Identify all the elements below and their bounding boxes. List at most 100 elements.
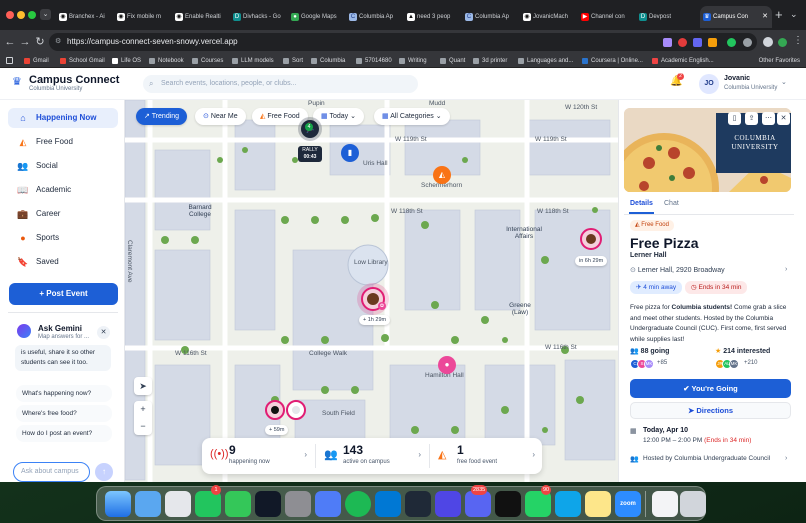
notes-icon[interactable] (585, 491, 611, 517)
messenger-icon[interactable] (555, 491, 581, 517)
finder-icon[interactable] (105, 491, 131, 517)
event-marker[interactable] (286, 400, 306, 420)
launchpad-icon[interactable] (165, 491, 191, 517)
filter-all-categories[interactable]: ▦ All Categories ⌄ (374, 108, 450, 125)
extension-icon[interactable] (727, 38, 736, 47)
browser-tab[interactable]: ◉ Enable Realti (172, 6, 228, 28)
bookmark-icon[interactable]: ▯ (728, 112, 741, 125)
browser-tab[interactable]: ◉ Fix mobile m (114, 6, 170, 28)
close-window-button[interactable] (6, 11, 14, 19)
stat-free-food[interactable]: ◭ 1 free food event › (430, 438, 543, 474)
building-pin-schermerhorn[interactable]: ◭ (433, 166, 451, 184)
sidebar-item-career[interactable]: 💼 Career (8, 204, 118, 224)
chevron-down-icon[interactable]: ⌄ (781, 78, 787, 86)
downloads-icon[interactable] (652, 491, 678, 517)
going-count[interactable]: 👥 88 going (630, 347, 669, 355)
browser-tab[interactable]: ● Google Maps (288, 6, 344, 28)
bookmark-item[interactable]: Coursera | Online... (582, 55, 643, 67)
event-address[interactable]: ⊙ Lerner Hall, 2920 Broadway (630, 266, 725, 274)
more-icon[interactable]: ⋯ (762, 112, 775, 125)
filter-today[interactable]: ▦ Today ⌄ (313, 108, 364, 125)
other-favorites[interactable]: Other Favorites (759, 55, 800, 67)
settings-icon[interactable] (285, 491, 311, 517)
event-host[interactable]: Hosted by Columbia Undergraduate Council (643, 455, 770, 462)
building-pin-hamilton-hall[interactable]: ● (438, 356, 456, 374)
post-event-button[interactable]: + Post Event (9, 283, 118, 305)
forward-button[interactable]: → (17, 34, 33, 50)
sidebar-item-saved[interactable]: 🔖 Saved (8, 252, 118, 272)
spotify-icon[interactable] (345, 491, 371, 517)
locate-me-button[interactable]: ➤ (134, 377, 152, 395)
campus-map[interactable]: ↗ Trending ⊙ Near Me ◭ Free Food ▦ Today… (125, 100, 618, 482)
browser-menu-icon[interactable]: ⋮ (793, 35, 803, 46)
whatsapp-icon[interactable] (525, 491, 551, 517)
bookmark-item[interactable]: Academic English... (652, 55, 714, 67)
extension-icon[interactable] (693, 38, 702, 47)
event-marker[interactable] (265, 400, 285, 420)
browser-tab[interactable]: ▲ need 3 peop (404, 6, 460, 28)
browser-tab[interactable]: ◉ JovanicMach (520, 6, 576, 28)
new-tab-button[interactable]: + (775, 7, 783, 23)
zoom-window-button[interactable] (28, 11, 36, 19)
user-name[interactable]: Jovanic (724, 75, 750, 82)
filter-trending[interactable]: ↗ Trending (136, 108, 188, 125)
filter-free-food[interactable]: ◭ Free Food (252, 108, 308, 125)
apps-icon[interactable] (6, 57, 13, 64)
sidebar-item-sports[interactable]: ● Sports (8, 228, 118, 248)
tab-overflow-icon[interactable]: ⌄ (790, 9, 798, 20)
bookmark-item[interactable]: Columbia (311, 55, 345, 67)
building-pin-uris-hall[interactable]: ▮ (341, 144, 359, 162)
bookmark-item[interactable]: Sort (283, 55, 303, 67)
bookmark-item[interactable]: LLM models (232, 55, 274, 67)
youre-going-button[interactable]: ✔ You're Going (630, 379, 791, 398)
close-icon[interactable]: ✕ (97, 326, 110, 339)
browser-tab[interactable]: ◉ Branchex - Ai (56, 6, 112, 28)
browser-tab[interactable]: C Columbia Ap (346, 6, 402, 28)
chevron-right-icon[interactable]: › (785, 455, 787, 462)
sidebar-item-social[interactable]: 👥 Social (8, 156, 118, 176)
bookmark-item[interactable]: School Gmail (60, 55, 105, 67)
browser-tab[interactable]: D Divhacks - Go (230, 6, 286, 28)
cursor-icon[interactable] (495, 491, 521, 517)
back-button[interactable]: ← (2, 34, 18, 50)
bookmark-item[interactable]: Courses (192, 55, 223, 67)
browser-tab[interactable]: D Devpost (636, 6, 692, 28)
zoom-in-button[interactable]: + (134, 401, 152, 418)
stat-active-on-campus[interactable]: 👥 143 active on campus › (316, 438, 429, 474)
extension-icon[interactable] (708, 38, 717, 47)
chevron-right-icon[interactable]: › (785, 266, 787, 273)
suggestion-chip[interactable]: What's happening now? (16, 385, 112, 402)
share-icon[interactable]: ⇪ (745, 112, 758, 125)
avatar[interactable]: JO (699, 74, 719, 94)
suggestion-chip[interactable]: Where's free food? (16, 405, 112, 422)
close-tab-icon[interactable]: ✕ (762, 6, 768, 28)
phone-icon[interactable] (225, 491, 251, 517)
trash-icon[interactable] (680, 491, 706, 517)
gemini-input[interactable]: Ask about campus (13, 462, 90, 482)
zoom-icon[interactable]: zoom (615, 491, 641, 517)
facetime-icon[interactable] (195, 491, 221, 517)
directions-button[interactable]: ➤ Directions (630, 402, 791, 419)
zoom-out-button[interactable]: − (134, 418, 152, 435)
bookmark-item[interactable]: Writing (399, 55, 427, 67)
bookmark-item[interactable]: Notebook (149, 55, 184, 67)
browser-tab-active[interactable]: ♛ Campus Con ✕ (700, 6, 772, 28)
bookmark-item[interactable]: 3d printer (473, 55, 507, 67)
bookmark-item[interactable]: 57014680 (356, 55, 392, 67)
minimize-window-button[interactable] (17, 11, 25, 19)
extension-icon[interactable] (778, 38, 787, 47)
obsidian-icon[interactable] (435, 491, 461, 517)
bookmark-item[interactable]: Languages and... (518, 55, 573, 67)
stat-happening-now[interactable]: ((•)) 9 happening now › (202, 438, 315, 474)
extension-icon[interactable] (678, 38, 687, 47)
tab-chat[interactable]: Chat (664, 200, 679, 207)
browser-tab[interactable]: C Columbia Ap (462, 6, 518, 28)
bookmark-item[interactable]: Gmail (24, 55, 49, 67)
extension-icon[interactable] (663, 38, 672, 47)
interested-count[interactable]: ★ 214 interested (715, 347, 770, 355)
profile-avatar[interactable] (763, 37, 773, 47)
search-input[interactable]: ⌕ Search events, locations, people, or c… (143, 75, 418, 93)
terminal-icon[interactable] (405, 491, 431, 517)
sidebar-item-happening-now[interactable]: ⌂ Happening Now (8, 108, 118, 128)
tab-search-icon[interactable]: ⌄ (40, 9, 51, 20)
